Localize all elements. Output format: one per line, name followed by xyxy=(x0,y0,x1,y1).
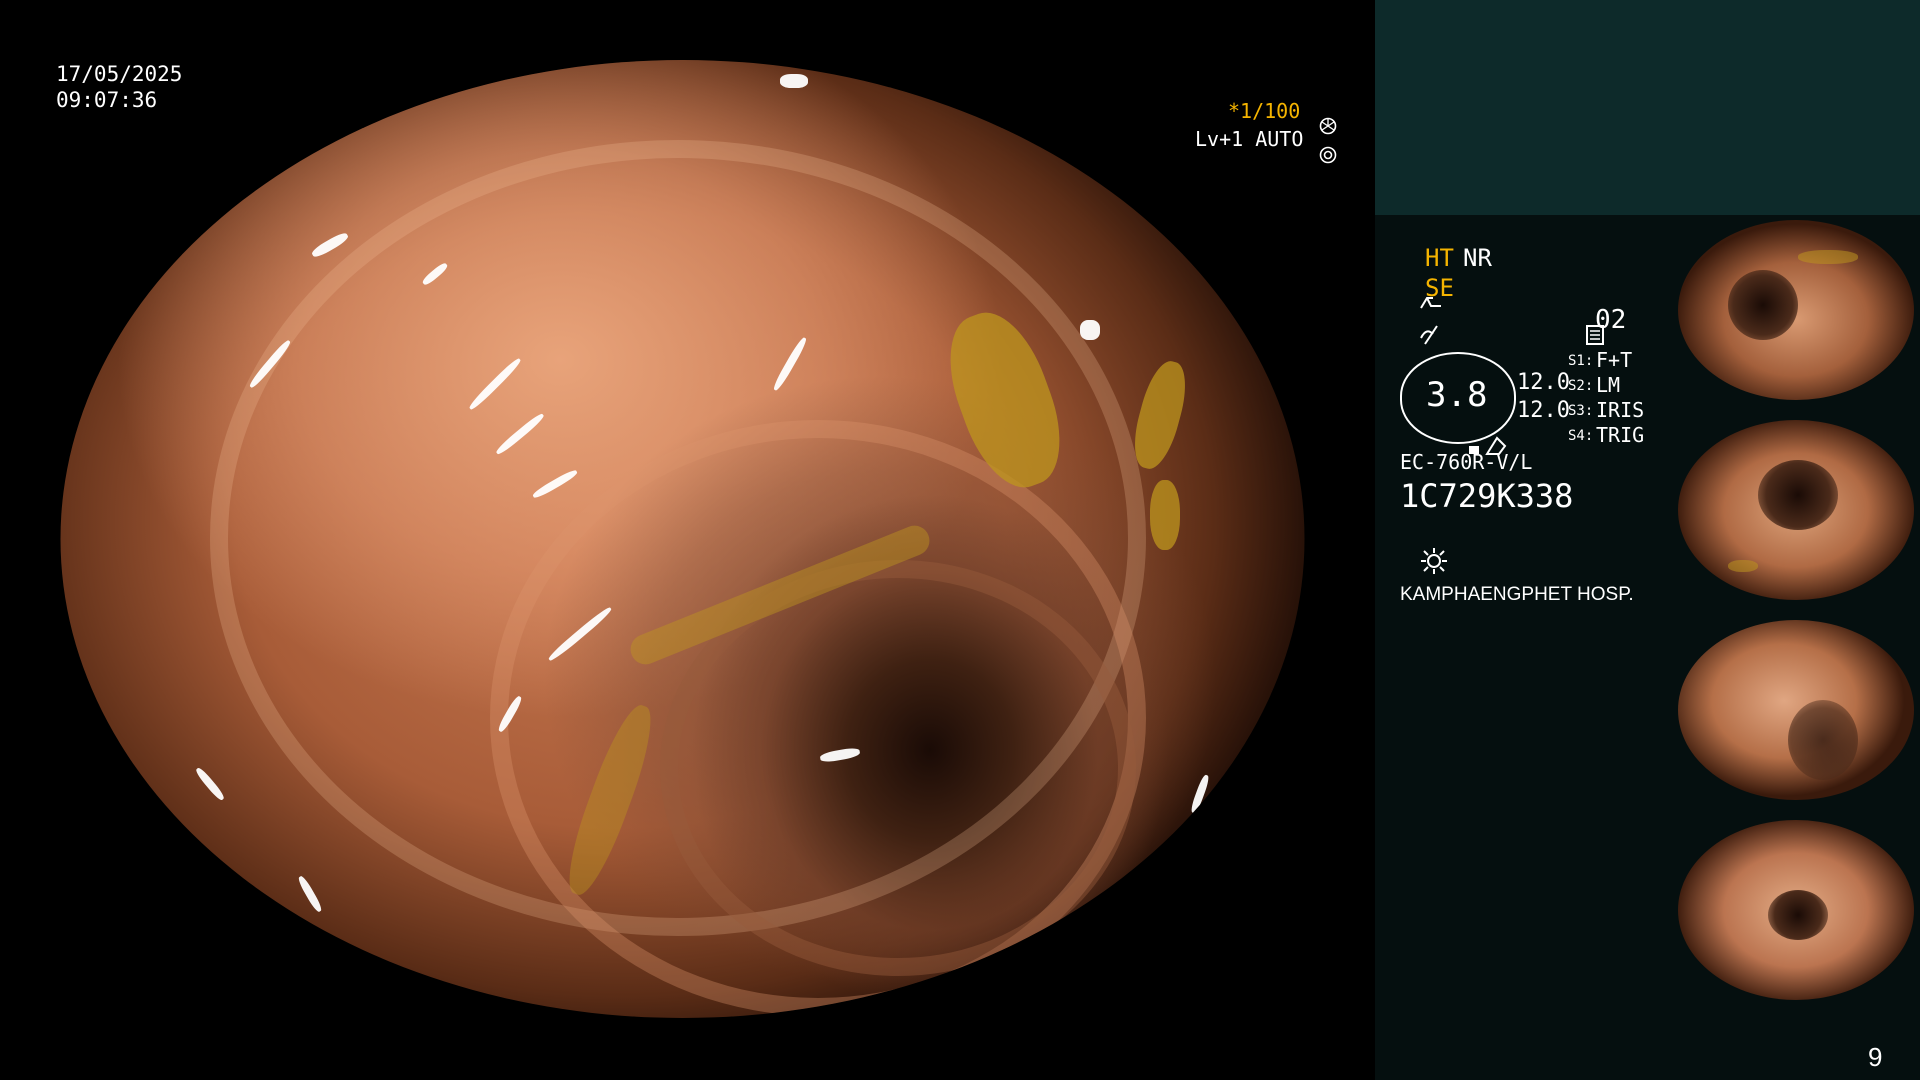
thumbnail-image xyxy=(1678,220,1914,400)
right-panel-top xyxy=(1375,0,1920,215)
thumbnail-image xyxy=(1678,620,1914,800)
mode-se: SE xyxy=(1425,274,1454,302)
memo-icon xyxy=(1566,308,1605,345)
specular-highlight xyxy=(296,874,324,914)
scope-mode-icon xyxy=(1400,278,1442,309)
mode-ht: HT xyxy=(1425,244,1454,272)
pointer-icon xyxy=(1450,418,1507,455)
capture-thumbnail[interactable] xyxy=(1672,416,1920,606)
shutter-speed: *1/100 xyxy=(1228,99,1301,123)
s2-value: LM xyxy=(1596,373,1621,397)
endoscopic-image xyxy=(60,60,1305,1018)
gear-icon xyxy=(1300,130,1337,164)
capture-thumbnail[interactable] xyxy=(1672,816,1920,1006)
value-2: 12.0 xyxy=(1517,398,1570,423)
s1-value: F+T xyxy=(1596,348,1633,372)
s3-key: S3: xyxy=(1568,403,1594,419)
date-label: 17/05/2025 xyxy=(56,62,183,86)
scope-serial: 1C729K338 xyxy=(1400,477,1574,515)
level-label: Lv+1 AUTO xyxy=(1195,127,1304,151)
bile-residue xyxy=(1728,560,1758,572)
lumen xyxy=(1758,460,1838,530)
specular-highlight xyxy=(780,74,808,88)
zoom-value: 3.8 xyxy=(1426,375,1488,415)
scope-model: EC-760R-V/L xyxy=(1400,450,1533,474)
bile-residue xyxy=(1798,250,1858,264)
specular-highlight xyxy=(1080,320,1100,340)
capture-thumbnail[interactable] xyxy=(1672,216,1920,406)
capture-thumbnail[interactable] xyxy=(1672,616,1920,806)
aperture-icon xyxy=(1300,101,1337,135)
wave-icon xyxy=(1400,308,1439,345)
lumen xyxy=(1768,890,1828,940)
thumbnail-image xyxy=(1678,420,1914,600)
lumen xyxy=(1788,700,1858,780)
time-label: 09:07:36 xyxy=(56,88,158,112)
light-icon xyxy=(1400,530,1448,574)
s4-value: TRIG xyxy=(1596,423,1645,447)
lumen xyxy=(1728,270,1798,340)
mode-nr: NR xyxy=(1463,244,1492,272)
specular-highlight xyxy=(310,230,350,260)
s1-key: S1: xyxy=(1568,353,1594,369)
bile-residue xyxy=(1150,480,1180,550)
thumbnail-image xyxy=(1678,820,1914,1000)
s3-value: IRIS xyxy=(1596,398,1645,422)
bile-residue xyxy=(1126,356,1194,474)
value-1: 12.0 xyxy=(1517,370,1570,395)
s4-key: S4: xyxy=(1568,428,1594,444)
page-number: 9 xyxy=(1868,1042,1883,1072)
hospital-name: KAMPHAENGPHET HOSP. xyxy=(1400,584,1634,605)
specular-highlight xyxy=(1189,773,1211,815)
s2-key: S2: xyxy=(1568,378,1594,394)
specular-highlight xyxy=(194,766,226,802)
memo-number: 02 xyxy=(1595,305,1627,335)
